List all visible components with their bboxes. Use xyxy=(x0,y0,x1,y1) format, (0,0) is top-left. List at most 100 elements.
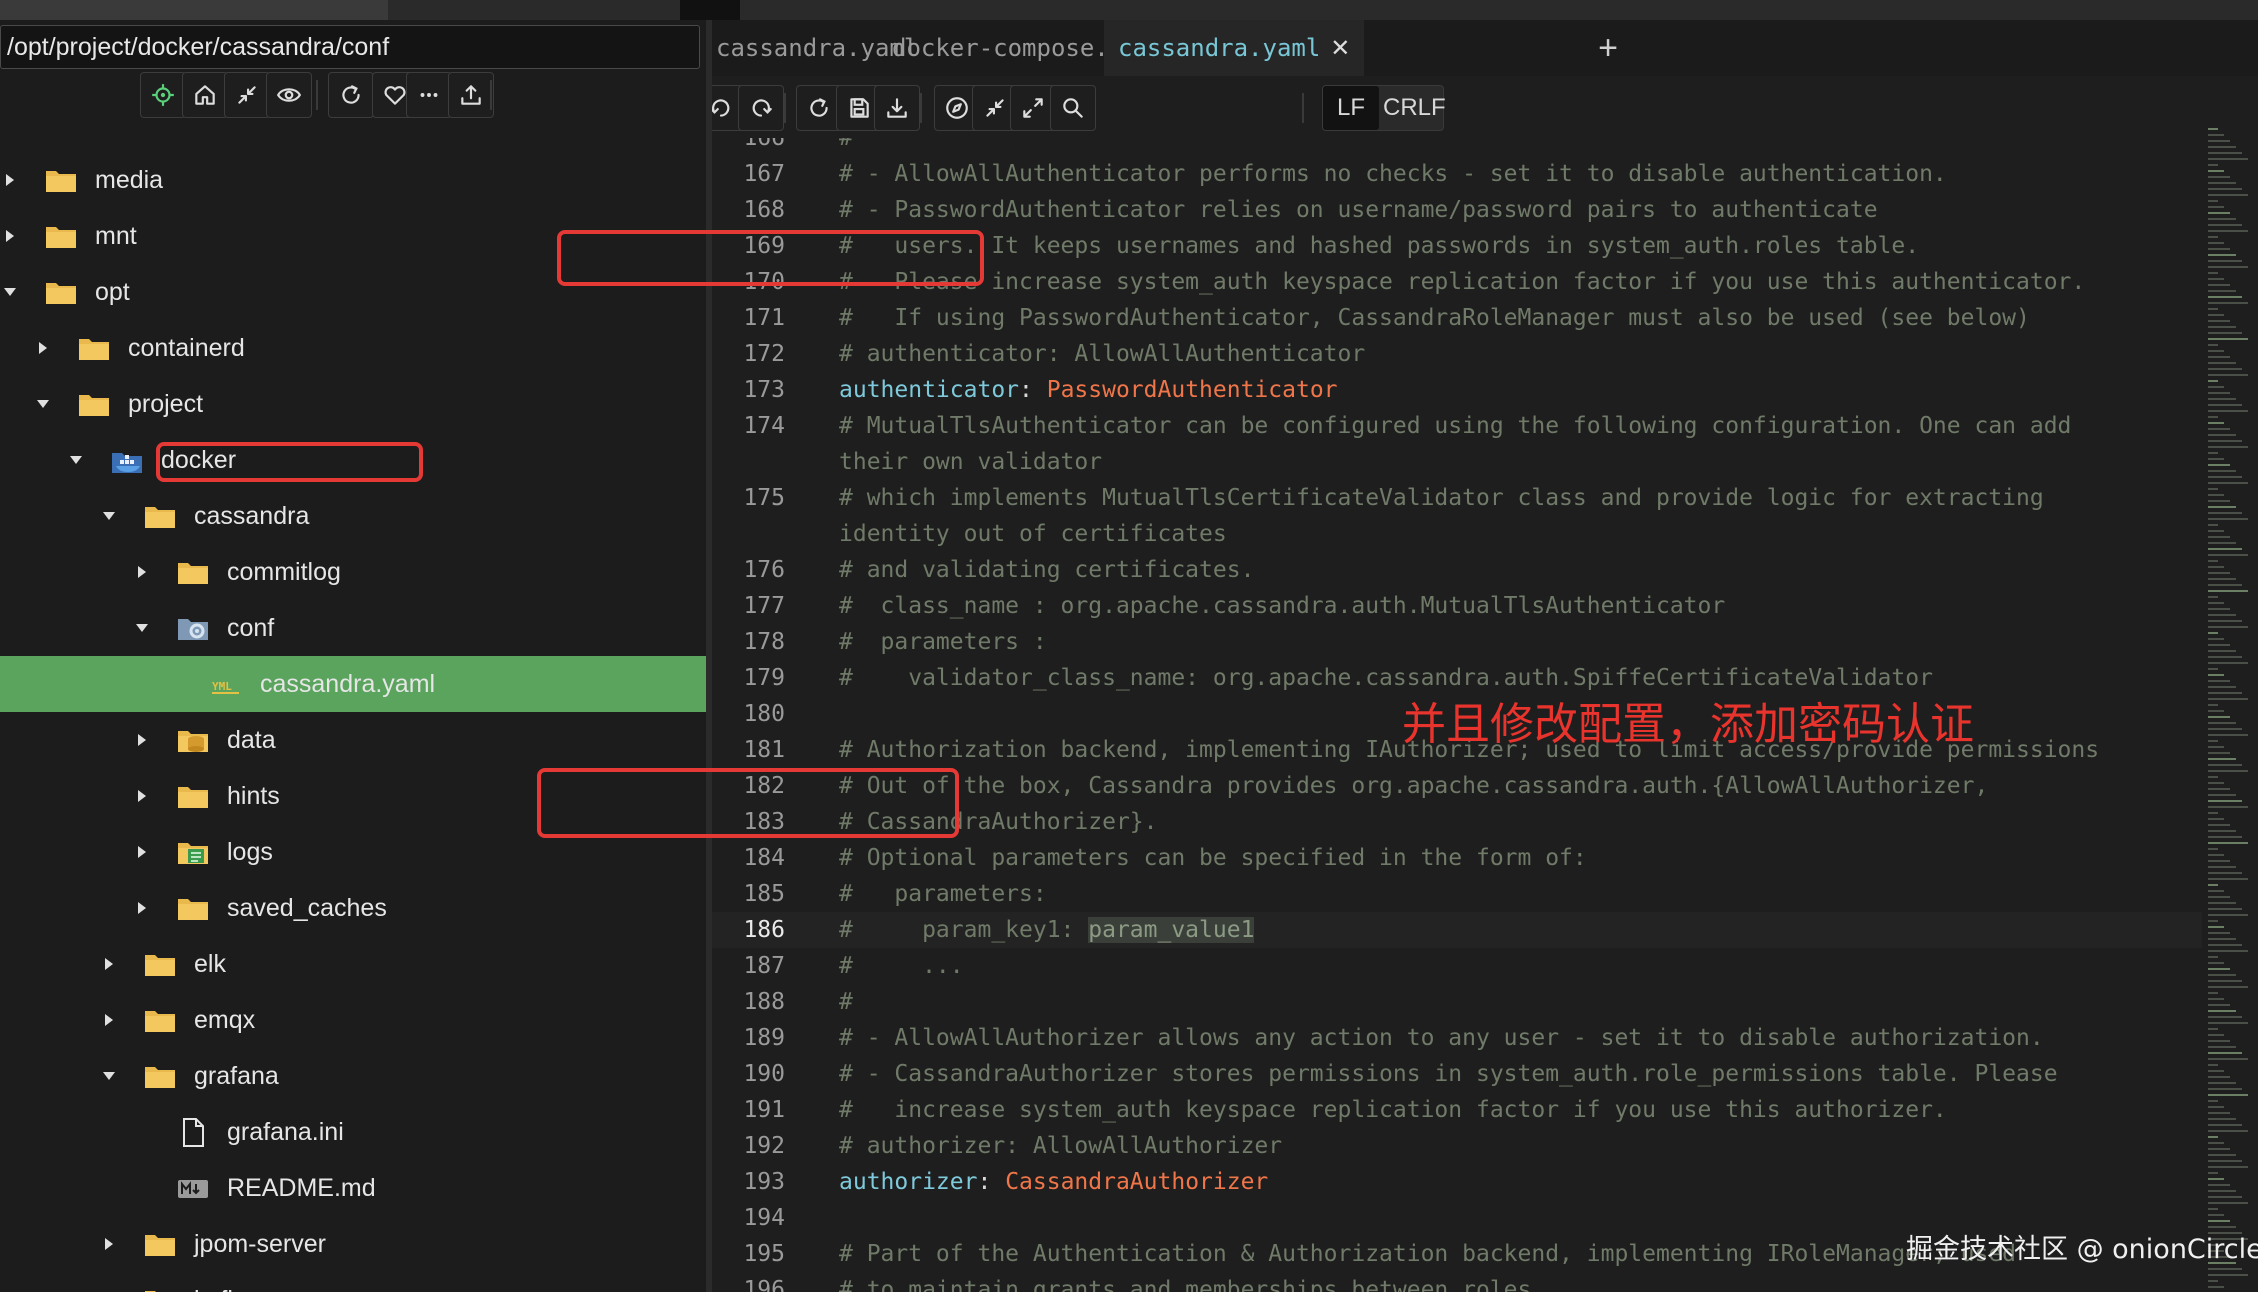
crlf-option[interactable]: CRLF xyxy=(1383,86,1446,130)
minimap-line xyxy=(2208,728,2242,730)
tree-folder-row[interactable]: elk xyxy=(0,936,706,992)
chevron-right-icon[interactable] xyxy=(130,880,154,936)
tree-folder-row[interactable]: project xyxy=(0,376,706,432)
chevron-right-icon[interactable] xyxy=(31,320,55,376)
ellipsis-icon xyxy=(420,93,438,97)
comment-text: # If using PasswordAuthenticator, Cassan… xyxy=(839,305,2030,331)
chevron-right-icon[interactable] xyxy=(97,992,121,1048)
redo-button[interactable] xyxy=(738,85,784,131)
lf-option[interactable]: LF xyxy=(1323,86,1379,130)
refresh-button[interactable] xyxy=(328,72,374,118)
locate-button[interactable] xyxy=(140,72,186,118)
tree-folder-row[interactable]: saved_caches xyxy=(0,880,706,936)
code-line: 176 # and validating certificates. xyxy=(712,552,2202,588)
download-button[interactable] xyxy=(874,85,920,131)
close-tab-icon[interactable]: ✕ xyxy=(1330,20,1350,76)
chevron-right-icon[interactable] xyxy=(0,208,22,264)
chevron-right-icon[interactable] xyxy=(0,152,22,208)
chevron-down-icon[interactable] xyxy=(31,376,55,432)
view-button[interactable] xyxy=(266,72,312,118)
chevron-down-icon[interactable] xyxy=(64,432,88,488)
tree-item-label: emqx xyxy=(194,1006,256,1034)
tree-folder-row[interactable]: kafka xyxy=(0,1272,706,1292)
code-line: 177 # class_name : org.apache.cassandra.a… xyxy=(712,588,2202,624)
add-tab-button[interactable]: + xyxy=(1588,20,1628,76)
line-ending-toggle: LF CRLF xyxy=(1322,85,1446,131)
code-line: 172 # authenticator: AllowAllAuthenticato… xyxy=(712,336,2202,372)
compass-icon xyxy=(946,97,968,119)
tree-file-row[interactable]: YML cassandra.yaml xyxy=(0,656,706,712)
search-button[interactable] xyxy=(1050,85,1096,131)
path-input[interactable]: /opt/project/docker/cassandra/conf xyxy=(0,25,700,69)
tree-file-row[interactable]: grafana.ini xyxy=(0,1104,706,1160)
line-number: 179 xyxy=(743,665,785,691)
tree-folder-row[interactable]: mnt xyxy=(0,208,706,264)
chevron-right-icon[interactable] xyxy=(130,712,154,768)
minimap-line xyxy=(2208,614,2236,616)
home-button[interactable] xyxy=(182,72,228,118)
tree-folder-row[interactable]: docker xyxy=(0,432,706,488)
chevron-right-icon[interactable] xyxy=(130,824,154,880)
top-strip-segment xyxy=(0,0,388,20)
collapse-button[interactable] xyxy=(224,72,270,118)
minimap-line xyxy=(2208,788,2230,790)
code-line: 187 # ... xyxy=(712,948,2202,984)
line-text: # parameters: xyxy=(839,876,1047,912)
minimap-line xyxy=(2208,1196,2242,1198)
minimap-line xyxy=(2208,1190,2236,1192)
minimap-line xyxy=(2208,530,2224,532)
chevron-down-icon[interactable] xyxy=(130,600,154,656)
minimap-line xyxy=(2208,236,2218,238)
minimap-line xyxy=(2208,1274,2248,1276)
chevron-down-icon[interactable] xyxy=(0,264,22,320)
tree-folder-row[interactable]: opt xyxy=(0,264,706,320)
line-number: 184 xyxy=(743,845,785,871)
yaml-key: authorizer xyxy=(839,1169,978,1195)
target-icon xyxy=(152,84,174,106)
tree-folder-row[interactable]: commitlog xyxy=(0,544,706,600)
comment-text: identity out of certificates xyxy=(839,521,1227,547)
minimap[interactable] xyxy=(2206,128,2258,1292)
tab-2[interactable]: cassandra.yaml ✕ xyxy=(1104,20,1365,76)
tree-folder-row[interactable]: jpom-server xyxy=(0,1216,706,1272)
minimap-line xyxy=(2208,770,2248,772)
code-line: 171 # If using PasswordAuthenticator, Cas… xyxy=(712,300,2202,336)
tree-folder-row[interactable]: grafana xyxy=(0,1048,706,1104)
chevron-right-icon[interactable] xyxy=(130,544,154,600)
tree-file-row[interactable]: README.md xyxy=(0,1160,706,1216)
minimap-line xyxy=(2208,206,2224,208)
tree-item-label: commitlog xyxy=(227,558,341,586)
chevron-down-icon[interactable] xyxy=(97,488,121,544)
minimap-line xyxy=(2208,1160,2242,1162)
code-line: 191 # increase system_auth keyspace repli… xyxy=(712,1092,2202,1128)
tree-folder-row[interactable]: cassandra xyxy=(0,488,706,544)
line-number: 176 xyxy=(743,557,785,583)
minimap-line xyxy=(2208,902,2236,904)
tree-folder-row[interactable]: logs xyxy=(0,824,706,880)
minimap-line xyxy=(2208,464,2230,466)
chevron-down-icon[interactable] xyxy=(97,1048,121,1104)
tree-folder-row[interactable]: conf xyxy=(0,600,706,656)
tree-folder-row[interactable]: containerd xyxy=(0,320,706,376)
comment-text: # Optional parameters can be specified i… xyxy=(839,845,1587,871)
minimap-line xyxy=(2208,734,2248,736)
comment-text: # Part of the Authentication & Authoriza… xyxy=(839,1241,2017,1267)
line-number: 193 xyxy=(743,1169,785,1195)
tab-bar: cassandra.yaml docker-compose.yml cassandr… xyxy=(712,20,2258,76)
chevron-right-icon[interactable] xyxy=(97,1216,121,1272)
chevron-right-icon[interactable] xyxy=(97,936,121,992)
chevron-right-icon[interactable] xyxy=(97,1272,121,1292)
more-button[interactable] xyxy=(406,72,452,118)
minimap-line xyxy=(2208,722,2236,724)
tree-folder-row[interactable]: media xyxy=(0,152,706,208)
minimap-line xyxy=(2208,962,2224,964)
upload-button[interactable] xyxy=(448,72,494,118)
tree-folder-row[interactable]: data xyxy=(0,712,706,768)
minimap-line xyxy=(2208,578,2236,580)
minimap-line xyxy=(2208,566,2224,568)
line-number: 168 xyxy=(743,197,785,223)
minimap-line xyxy=(2208,740,2218,742)
chevron-right-icon[interactable] xyxy=(130,768,154,824)
tree-folder-row[interactable]: hints xyxy=(0,768,706,824)
tree-folder-row[interactable]: emqx xyxy=(0,992,706,1048)
